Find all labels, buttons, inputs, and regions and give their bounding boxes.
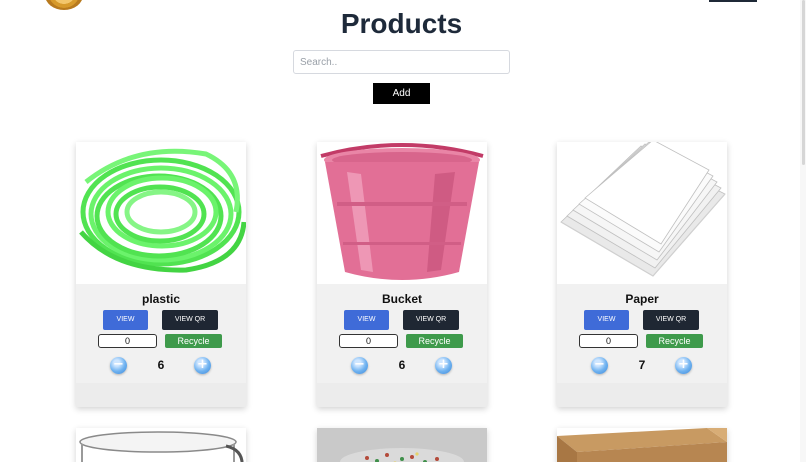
card-footer [76,383,246,407]
view-qr-button[interactable]: VIEW QR [162,310,218,330]
product-count: 7 [638,358,646,372]
recycle-button[interactable]: Recycle [165,334,222,348]
view-button[interactable]: VIEW [584,310,629,330]
recycle-button[interactable]: Recycle [406,334,463,348]
add-button[interactable]: Add [373,83,430,104]
minus-icon[interactable]: − [351,357,368,374]
product-card [317,428,487,462]
plus-icon[interactable]: + [435,357,452,374]
minus-icon[interactable]: − [110,357,127,374]
product-name: Paper [625,292,659,306]
product-card [557,428,727,462]
product-card: plastic VIEW VIEW QR 0 Recycle − 6 + [76,142,246,407]
view-button[interactable]: VIEW [344,310,389,330]
product-card: Bucket VIEW VIEW QR 0 Recycle − 6 + [317,142,487,407]
view-qr-button[interactable]: VIEW QR [403,310,459,330]
product-image-plastic-tubing [76,142,246,284]
card-footer [317,383,487,407]
product-name: plastic [141,292,180,306]
card-footer [557,383,727,407]
nav-button-edge[interactable] [709,0,757,2]
plus-icon[interactable]: + [194,357,211,374]
view-qr-button[interactable]: VIEW QR [643,310,699,330]
product-image-scraps [317,428,487,462]
quantity-input[interactable]: 0 [98,334,157,348]
plus-icon[interactable]: + [675,357,692,374]
search-input[interactable] [293,50,510,74]
product-card [76,428,246,462]
product-image-cardboard-box [557,428,727,462]
product-image-glass-jar [76,428,246,462]
view-button[interactable]: VIEW [103,310,148,330]
quantity-input[interactable]: 0 [339,334,398,348]
recycle-button[interactable]: Recycle [646,334,703,348]
product-card: Paper VIEW VIEW QR 0 Recycle − 7 + [557,142,727,407]
scrollbar[interactable] [800,0,806,462]
minus-icon[interactable]: − [591,357,608,374]
product-count: 6 [157,358,165,372]
product-image-paper [557,142,727,284]
quantity-input[interactable]: 0 [579,334,638,348]
product-image-bucket [317,142,487,284]
product-count: 6 [398,358,406,372]
product-name: Bucket [381,292,422,306]
page-title: Products [340,8,463,39]
